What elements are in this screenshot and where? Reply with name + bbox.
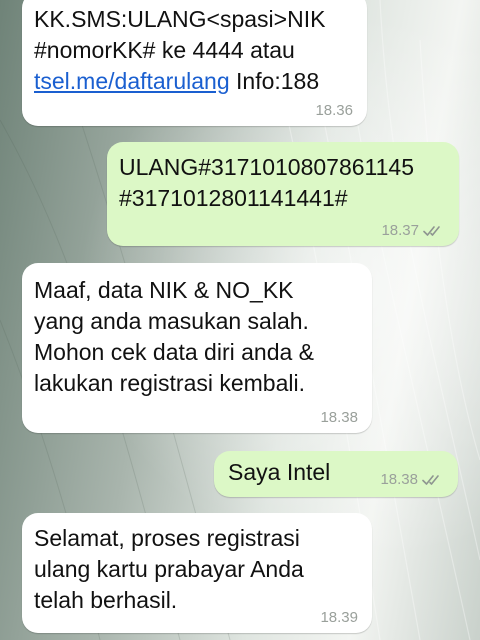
- message-meta: 18.37: [381, 222, 445, 240]
- message-timestamp: 18.36: [315, 102, 353, 119]
- message-text: KK.SMS:ULANG<spasi>NIK #nomorKK# ke 4444…: [34, 4, 355, 97]
- incoming-message-bubble[interactable]: Maaf, data NIK & NO_KK yang anda masukan…: [22, 263, 372, 433]
- outgoing-message-bubble[interactable]: ULANG#3171010807861145 #3171012801141441…: [107, 142, 459, 246]
- double-check-icon: [423, 226, 440, 236]
- incoming-message-bubble[interactable]: Selamat, proses registrasi ulang kartu p…: [22, 513, 372, 633]
- message-text: Selamat, proses registrasi ulang kartu p…: [34, 525, 304, 613]
- message-text: ULANG#3171010807861145 #3171012801141441…: [119, 154, 414, 211]
- message-link[interactable]: tsel.me/daftarulang: [34, 68, 230, 94]
- double-check-icon: [422, 475, 439, 485]
- message-timestamp: 18.39: [320, 609, 358, 626]
- message-timestamp: 18.38: [320, 409, 358, 426]
- message-timestamp: 18.37: [381, 222, 419, 239]
- message-meta: 18.39: [320, 609, 358, 627]
- message-timestamp: 18.38: [380, 471, 418, 488]
- chat-thread: KK.SMS:ULANG<spasi>NIK #nomorKK# ke 4444…: [0, 0, 480, 640]
- message-meta: 18.38: [320, 409, 358, 427]
- message-meta: 18.38: [380, 471, 444, 489]
- outgoing-message-bubble[interactable]: Saya Intel 18.38: [214, 451, 458, 497]
- message-meta: 18.36: [315, 102, 353, 120]
- incoming-message-bubble[interactable]: KK.SMS:ULANG<spasi>NIK #nomorKK# ke 4444…: [22, 0, 367, 126]
- message-text-suffix: Info:188: [229, 68, 320, 94]
- message-text: Maaf, data NIK & NO_KK yang anda masukan…: [34, 277, 315, 396]
- message-text-prefix: KK.SMS:ULANG<spasi>NIK #nomorKK# ke 4444…: [34, 6, 326, 63]
